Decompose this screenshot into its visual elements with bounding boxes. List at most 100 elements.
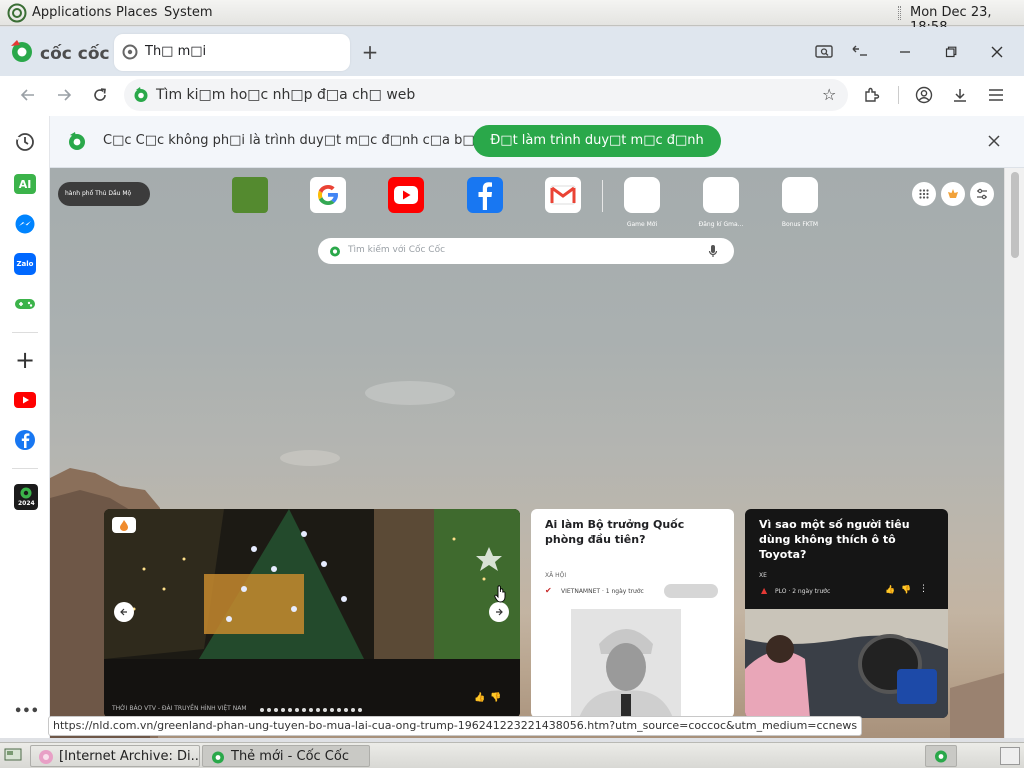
download-icon[interactable] [948,84,972,106]
system-menu[interactable]: System [164,5,212,20]
like-icon[interactable]: 👍 [474,693,485,703]
scrollbar-thumb[interactable] [1011,172,1019,258]
speed-dial-gmail-signup[interactable] [703,177,739,213]
speed-dial-label: Bonus FKTM [781,221,819,228]
toolbar-divider [898,86,899,104]
add-sidebar-item-icon[interactable]: + [13,346,37,374]
youtube-dial-icon[interactable] [388,177,424,213]
carousel-next-icon[interactable] [489,602,509,622]
news-source: PLO · 2 ngày trước [775,588,831,595]
taskbar-item-label: [Internet Archive: Di... [59,749,200,764]
portrait-photo [571,609,681,718]
tray-coccoc-icon[interactable] [925,745,957,767]
dislike-icon[interactable]: 👎 [901,585,911,594]
news-title: Ai làm Bộ trưởng Quốc phòng đầu tiên? [545,518,685,546]
sidebar-divider [12,468,38,469]
tab-new-tab[interactable]: Th□ m□i [114,34,350,71]
places-menu[interactable]: Places [116,5,157,20]
source-logo-icon: ✔ [545,586,552,595]
infobar-close-icon[interactable] [984,131,1004,151]
zalo-icon[interactable]: Zalo [14,253,36,275]
panel-separator [898,6,901,20]
history-icon[interactable] [13,130,37,154]
facebook-sidebar-icon[interactable] [14,429,36,451]
profile-icon[interactable] [912,84,936,106]
carousel-dots[interactable] [259,698,369,712]
tab-favicon-icon [122,44,138,64]
speed-dial-label: Game Mới [626,221,658,228]
game-controller-icon[interactable] [13,293,37,315]
forward-icon[interactable] [52,84,76,106]
extensions-icon[interactable] [860,84,884,106]
taskbar-app-icon [38,749,54,766]
apps-grid-icon[interactable] [912,182,936,206]
omnibox-coccoc-icon [132,86,150,108]
news-category: XE [759,572,767,579]
news-source: VIETNAMNET · 1 ngày trước [561,588,644,595]
new-tab-plus-icon[interactable]: + [360,40,380,64]
reaction-bar[interactable] [664,584,718,598]
rewards-icon[interactable] [941,182,965,206]
coccoc-2024-icon[interactable]: 2024 [14,484,38,510]
bookmark-star-icon[interactable]: ☆ [822,85,836,104]
news-carousel-card[interactable]: THỜI BÁO VTV - ĐÀI TRUYỀN HÌNH VIỆT NAM … [104,509,520,718]
news-category: XÃ HỘI [545,572,567,579]
reload-icon[interactable] [88,84,112,106]
infobar-message: C□c C□c không ph□i là trình duy□t m□c đ□… [103,133,483,148]
close-window-icon[interactable] [985,42,1009,62]
speed-dial-label: Đăng kí Gma... [698,221,744,228]
speed-dial-1[interactable] [232,177,268,213]
trending-fire-icon [112,517,136,533]
more-options-icon[interactable]: ⋮ [919,584,928,594]
search-placeholder: Tìm kiếm với Cốc Cốc [348,245,446,255]
gmail-dial-icon[interactable] [545,177,581,213]
search-coccoc-icon [328,243,342,262]
location-pill[interactable]: hành phố Thủ Dầu Mộ [58,182,150,206]
sidebar: AI Zalo + 2024 ••• [0,116,50,738]
taskbar-app-icon [210,749,226,766]
back-forward-cache-icon[interactable] [848,42,872,62]
applications-menu[interactable]: Applications [32,5,111,20]
set-default-button[interactable]: Đ□t làm trình duy□t m□c đ□nh [473,125,721,157]
minimize-icon[interactable] [893,42,917,62]
customize-settings-icon[interactable] [970,182,994,206]
news-title: Vì sao một số người tiêu dùng không thíc… [759,518,910,561]
speed-dial-bonus[interactable] [782,177,818,213]
taskbar-item-label: Thẻ mới - Cốc Cốc [231,749,349,764]
taskbar-item-internet-archive[interactable]: [Internet Archive: Di... [30,745,200,767]
menu-hamburger-icon[interactable] [984,84,1008,106]
dial-divider [602,180,603,212]
youtube-sidebar-icon[interactable] [14,390,36,410]
google-dial-icon[interactable] [310,177,346,213]
tab-search-icon[interactable] [812,42,836,62]
hand-cursor-icon [494,585,506,603]
speed-dial-game[interactable] [624,177,660,213]
year-label: 2024 [18,500,35,507]
news-card-2[interactable]: Vì sao một số người tiêu dùng không thíc… [745,509,948,718]
page-scrollbar[interactable] [1004,168,1024,738]
sidebar-divider [12,332,38,333]
back-icon[interactable] [16,84,40,106]
like-icon[interactable]: 👍 [885,585,895,594]
source-logo-icon: ▲ [761,586,768,595]
show-desktop-icon[interactable] [3,746,23,764]
messenger-icon[interactable] [14,213,36,235]
christmas-tree-photo [104,509,520,718]
carousel-prev-icon[interactable] [114,602,134,622]
car-interior-photo [745,609,948,718]
workspace-switcher[interactable] [1000,747,1020,765]
distro-logo-icon[interactable] [7,3,27,27]
ai-assistant-icon[interactable]: AI [14,174,36,194]
taskbar-item-coccoc[interactable]: Thẻ mới - Cốc Cốc [202,745,370,767]
top-panel: Applications Places System Mon Dec 23, 1… [0,0,1024,35]
news-card-1[interactable]: Ai làm Bộ trưởng Quốc phòng đầu tiên? XÃ… [531,509,734,718]
omnibox[interactable]: Tìm ki□m ho□c nh□p đ□a ch□ web ☆ [124,79,848,111]
dislike-icon[interactable]: 👎 [490,693,501,703]
ntp-search-box[interactable]: Tìm kiếm với Cốc Cốc [318,238,734,264]
sidebar-more-icon[interactable]: ••• [14,704,39,719]
microphone-icon[interactable] [708,243,718,262]
facebook-dial-icon[interactable] [467,177,503,213]
tab-title: Th□ m□i [145,44,207,59]
infobar-coccoc-icon [66,130,88,156]
restore-icon[interactable] [939,42,963,62]
